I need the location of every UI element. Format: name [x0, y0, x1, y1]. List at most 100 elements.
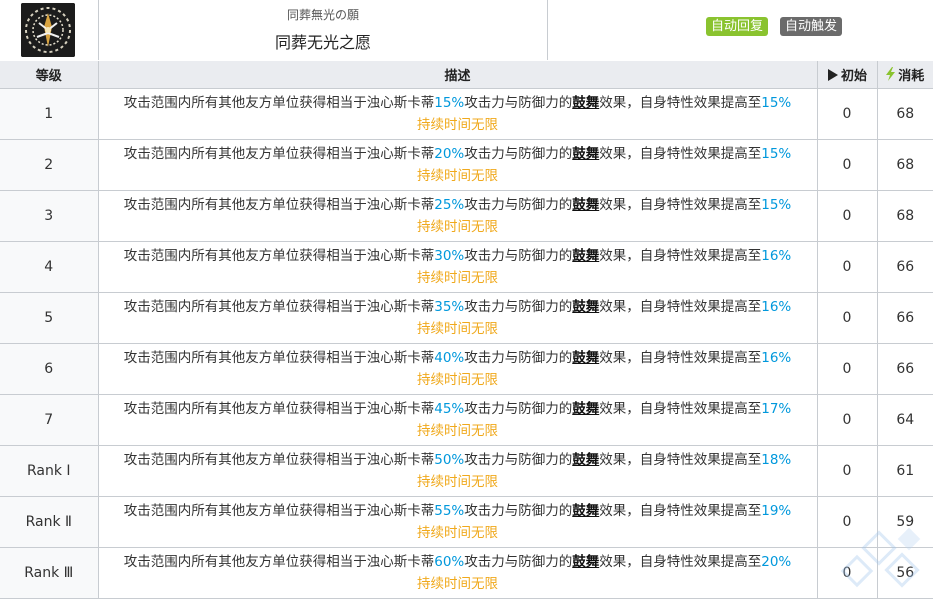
description-prefix: 攻击范围内所有其他友方单位获得相当于浊心斯卡蒂: [123, 299, 435, 315]
duration-text: 持续时间无限: [417, 321, 498, 337]
description-line: 攻击范围内所有其他友方单位获得相当于浊心斯卡蒂25%攻击力与防御力的鼓舞效果，自…: [99, 194, 817, 216]
description-middle: 攻击力与防御力的: [464, 146, 573, 162]
description-cell: 攻击范围内所有其他友方单位获得相当于浊心斯卡蒂20%攻击力与防御力的鼓舞效果，自…: [97, 139, 818, 191]
tag-auto-recover: 自动回复: [706, 17, 769, 36]
keyword-link[interactable]: 鼓舞: [572, 299, 599, 315]
description-middle: 攻击力与防御力的: [464, 197, 573, 213]
description-suffix: 效果，自身特性效果提高至: [599, 350, 762, 366]
description-suffix: 效果，自身特性效果提高至: [599, 95, 762, 111]
initial-sp-cell: 0: [816, 343, 878, 395]
atk-def-bonus: 50%: [434, 452, 465, 468]
trait-bonus: 16%: [761, 299, 792, 315]
description-middle: 攻击力与防御力的: [464, 350, 573, 366]
lightning-icon: [886, 67, 896, 81]
description-cell: 攻击范围内所有其他友方单位获得相当于浊心斯卡蒂55%攻击力与防御力的鼓舞效果，自…: [97, 496, 818, 548]
level-cell: Rank Ⅲ: [0, 547, 99, 599]
table-row: 6 攻击范围内所有其他友方单位获得相当于浊心斯卡蒂40%攻击力与防御力的鼓舞效果，…: [0, 343, 933, 395]
trait-bonus: 16%: [761, 248, 792, 264]
level-cell: 2: [0, 139, 99, 191]
table-row: Rank Ⅱ 攻击范围内所有其他友方单位获得相当于浊心斯卡蒂55%攻击力与防御力的…: [0, 496, 933, 548]
description-cell: 攻击范围内所有其他友方单位获得相当于浊心斯卡蒂60%攻击力与防御力的鼓舞效果，自…: [97, 547, 818, 599]
keyword-link[interactable]: 鼓舞: [572, 248, 599, 264]
atk-def-bonus: 60%: [434, 554, 465, 570]
keyword-link[interactable]: 鼓舞: [572, 401, 599, 417]
description-prefix: 攻击范围内所有其他友方单位获得相当于浊心斯卡蒂: [123, 503, 435, 519]
sp-cost-cell: 59: [876, 496, 933, 548]
duration-text: 持续时间无限: [417, 372, 498, 388]
atk-def-bonus: 35%: [434, 299, 465, 315]
description-suffix: 效果，自身特性效果提高至: [599, 197, 762, 213]
initial-sp-cell: 0: [816, 394, 878, 446]
level-cell: 6: [0, 343, 99, 395]
description-prefix: 攻击范围内所有其他友方单位获得相当于浊心斯卡蒂: [123, 401, 435, 417]
description-line: 攻击范围内所有其他友方单位获得相当于浊心斯卡蒂45%攻击力与防御力的鼓舞效果，自…: [99, 398, 817, 420]
atk-def-bonus: 45%: [434, 401, 465, 417]
initial-sp-cell: 0: [816, 241, 878, 293]
column-header-cost-label: 消耗: [898, 69, 925, 84]
skill-header: 同葬無光の願 同葬无光之愿 自动回复 自动触发: [0, 0, 933, 62]
level-cell: 1: [0, 88, 99, 140]
duration-text: 持续时间无限: [417, 474, 498, 490]
trait-bonus: 20%: [761, 554, 792, 570]
column-header-initial: 初始: [816, 61, 878, 89]
description-line: 攻击范围内所有其他友方单位获得相当于浊心斯卡蒂40%攻击力与防御力的鼓舞效果，自…: [99, 347, 817, 369]
level-cell: 4: [0, 241, 99, 293]
initial-sp-cell: 0: [816, 88, 878, 140]
description-middle: 攻击力与防御力的: [464, 503, 573, 519]
description-middle: 攻击力与防御力的: [464, 248, 573, 264]
description-middle: 攻击力与防御力的: [464, 452, 573, 468]
skill-emblem-icon: [21, 3, 75, 57]
keyword-link[interactable]: 鼓舞: [572, 95, 599, 111]
table-row: 3 攻击范围内所有其他友方单位获得相当于浊心斯卡蒂25%攻击力与防御力的鼓舞效果，…: [0, 190, 933, 242]
tag-auto-trigger: 自动触发: [780, 17, 843, 36]
skill-name-jp: 同葬無光の願: [286, 8, 359, 22]
description-suffix: 效果，自身特性效果提高至: [599, 554, 762, 570]
initial-sp-cell: 0: [816, 292, 878, 344]
duration-text: 持续时间无限: [417, 117, 498, 133]
level-cell: Rank Ⅱ: [0, 496, 99, 548]
sp-cost-cell: 68: [876, 190, 933, 242]
table-row: 4 攻击范围内所有其他友方单位获得相当于浊心斯卡蒂30%攻击力与防御力的鼓舞效果，…: [0, 241, 933, 293]
description-suffix: 效果，自身特性效果提高至: [599, 401, 762, 417]
level-cell: Rank Ⅰ: [0, 445, 99, 497]
description-suffix: 效果，自身特性效果提高至: [599, 248, 762, 264]
description-cell: 攻击范围内所有其他友方单位获得相当于浊心斯卡蒂15%攻击力与防御力的鼓舞效果，自…: [97, 88, 818, 140]
keyword-link[interactable]: 鼓舞: [572, 146, 599, 162]
sp-cost-cell: 68: [876, 139, 933, 191]
atk-def-bonus: 30%: [434, 248, 465, 264]
trait-bonus: 15%: [761, 146, 792, 162]
sp-cost-cell: 61: [876, 445, 933, 497]
trait-bonus: 15%: [761, 197, 792, 213]
description-prefix: 攻击范围内所有其他友方单位获得相当于浊心斯卡蒂: [123, 197, 435, 213]
keyword-link[interactable]: 鼓舞: [572, 452, 599, 468]
trait-bonus: 17%: [761, 401, 792, 417]
atk-def-bonus: 15%: [434, 95, 465, 111]
table-header-row: 等级 描述 初始 消耗: [0, 61, 933, 89]
sp-cost-cell: 66: [876, 343, 933, 395]
initial-sp-cell: 0: [816, 496, 878, 548]
initial-sp-cell: 0: [816, 445, 878, 497]
keyword-link[interactable]: 鼓舞: [572, 554, 599, 570]
trait-bonus: 15%: [761, 95, 792, 111]
duration-text: 持续时间无限: [417, 576, 498, 592]
duration-text: 持续时间无限: [417, 168, 498, 184]
duration-text: 持续时间无限: [417, 525, 498, 541]
atk-def-bonus: 55%: [434, 503, 465, 519]
keyword-link[interactable]: 鼓舞: [572, 350, 599, 366]
keyword-link[interactable]: 鼓舞: [572, 503, 599, 519]
skill-name-cn: 同葬无光之愿: [274, 33, 371, 52]
duration-text: 持续时间无限: [417, 270, 498, 286]
atk-def-bonus: 25%: [434, 197, 465, 213]
initial-sp-cell: 0: [816, 190, 878, 242]
level-cell: 5: [0, 292, 99, 344]
description-line: 攻击范围内所有其他友方单位获得相当于浊心斯卡蒂55%攻击力与防御力的鼓舞效果，自…: [99, 500, 817, 522]
description-middle: 攻击力与防御力的: [464, 401, 573, 417]
description-middle: 攻击力与防御力的: [464, 299, 573, 315]
description-line: 攻击范围内所有其他友方单位获得相当于浊心斯卡蒂50%攻击力与防御力的鼓舞效果，自…: [99, 449, 817, 471]
sp-cost-cell: 68: [876, 88, 933, 140]
description-line: 攻击范围内所有其他友方单位获得相当于浊心斯卡蒂35%攻击力与防御力的鼓舞效果，自…: [99, 296, 817, 318]
column-header-level: 等级: [0, 61, 99, 89]
atk-def-bonus: 20%: [434, 146, 465, 162]
keyword-link[interactable]: 鼓舞: [572, 197, 599, 213]
sp-cost-cell: 66: [876, 292, 933, 344]
